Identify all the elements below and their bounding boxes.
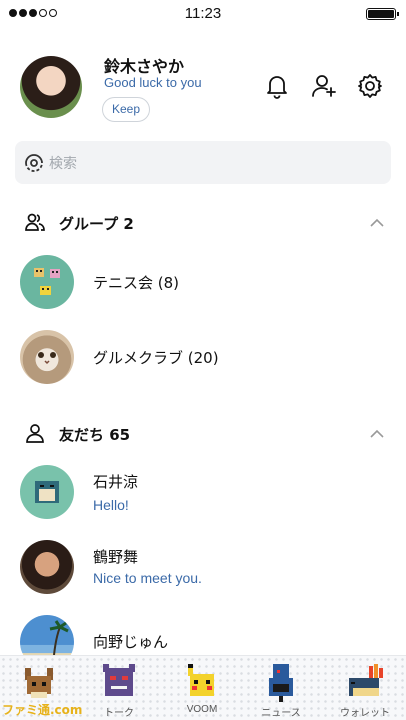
tab-label: ニュース bbox=[261, 708, 301, 719]
tab-talk[interactable]: トーク bbox=[84, 656, 154, 720]
friends-section-title: 友だち 65 bbox=[59, 426, 131, 444]
list-item[interactable]: 石井涼 Hello! bbox=[0, 463, 406, 521]
friend-status: Nice to meet you. bbox=[93, 570, 202, 586]
tab-label: ウォレット bbox=[340, 708, 390, 719]
tab-news[interactable]: ニュース bbox=[246, 656, 316, 720]
groups-section-title: グループ 2 bbox=[59, 215, 134, 233]
eevee-icon bbox=[17, 660, 61, 704]
keep-button[interactable]: Keep bbox=[102, 97, 150, 122]
tab-label: トーク bbox=[104, 708, 134, 719]
pikachu-icon bbox=[180, 660, 224, 704]
battery-icon bbox=[366, 8, 399, 20]
add-friend-icon[interactable] bbox=[311, 73, 337, 99]
avatar[interactable] bbox=[20, 56, 82, 118]
tab-wallet[interactable]: ウォレット bbox=[330, 656, 400, 720]
group-avatar bbox=[20, 330, 74, 384]
friend-name: 向野じゅん bbox=[93, 633, 169, 651]
gengar-icon bbox=[97, 660, 141, 704]
cyndaquil-icon bbox=[343, 660, 387, 704]
status-bar: 11:23 bbox=[0, 0, 406, 28]
tab-voom[interactable]: VOOM bbox=[167, 656, 237, 720]
friend-name: 石井涼 bbox=[93, 473, 139, 491]
search-icon bbox=[24, 153, 44, 173]
group-avatar bbox=[20, 255, 74, 309]
groups-section-header[interactable]: グループ 2 bbox=[0, 209, 406, 237]
friend-avatar bbox=[20, 540, 74, 594]
bell-icon[interactable] bbox=[264, 73, 290, 99]
list-item[interactable]: グルメクラブ (20) bbox=[0, 328, 406, 386]
list-item[interactable]: 鶴野舞 Nice to meet you. bbox=[0, 538, 406, 596]
group-icon bbox=[25, 212, 45, 232]
search-input[interactable]: 検索 bbox=[49, 153, 77, 173]
chevron-up-icon[interactable] bbox=[369, 426, 385, 440]
status-time: 11:23 bbox=[184, 5, 222, 22]
search-bar[interactable]: 検索 bbox=[15, 141, 391, 184]
group-name: グルメクラブ (20) bbox=[93, 349, 219, 367]
group-name: テニス会 (8) bbox=[93, 274, 180, 292]
friend-name: 鶴野舞 bbox=[93, 548, 139, 566]
friend-status: Hello! bbox=[93, 497, 129, 513]
friend-avatar bbox=[20, 465, 74, 519]
my-profile: 鈴木さやか Good luck to you Keep bbox=[0, 44, 406, 134]
gear-icon[interactable] bbox=[357, 73, 383, 99]
person-icon bbox=[25, 423, 45, 443]
watermark: ファミ通.com bbox=[2, 703, 83, 717]
tab-label: VOOM bbox=[186, 704, 218, 715]
list-item[interactable]: テニス会 (8) bbox=[0, 253, 406, 311]
lucario-icon bbox=[259, 660, 303, 704]
chevron-up-icon[interactable] bbox=[369, 215, 385, 229]
profile-status-message[interactable]: Good luck to you bbox=[104, 75, 202, 90]
friends-section-header[interactable]: 友だち 65 bbox=[0, 420, 406, 448]
profile-name[interactable]: 鈴木さやか bbox=[104, 53, 184, 77]
